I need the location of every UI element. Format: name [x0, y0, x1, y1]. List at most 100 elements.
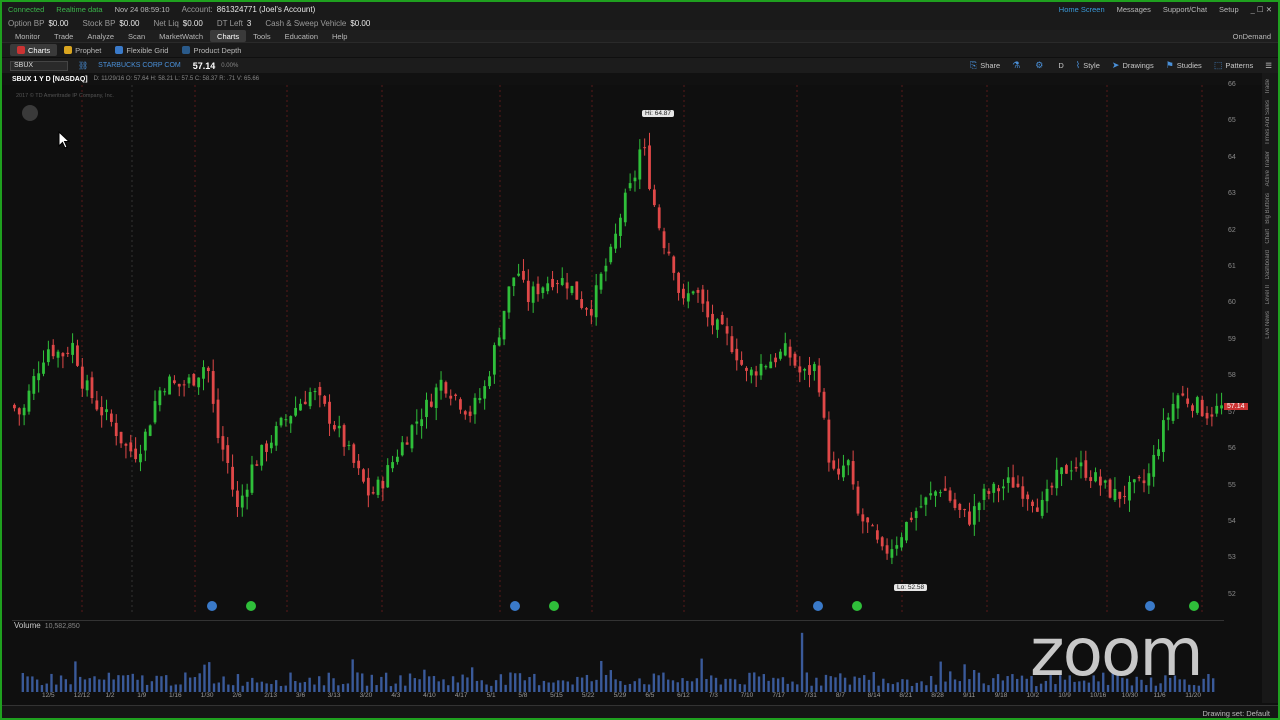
candle-body: [1098, 476, 1102, 486]
menu-help[interactable]: Help: [325, 30, 354, 42]
candle-body: [725, 326, 729, 334]
last-price: 57.14: [192, 60, 216, 71]
patterns-button[interactable]: ⬚ Patterns: [1208, 60, 1259, 71]
candle-body: [85, 380, 89, 391]
subtab-product-depth[interactable]: Product Depth: [175, 44, 248, 56]
drawing-set-status[interactable]: Drawing set: Default: [1202, 709, 1270, 718]
date-tick-label: 8/14: [867, 692, 881, 699]
candle-body: [1084, 460, 1088, 478]
menu-trade[interactable]: Trade: [47, 30, 80, 42]
candle-body: [71, 342, 74, 355]
support-chat-button[interactable]: Support/Chat: [1157, 5, 1213, 14]
candle-body: [463, 411, 467, 415]
link-icon[interactable]: ⛓: [78, 61, 88, 70]
volume-bar: [265, 683, 268, 692]
candle-body: [822, 391, 826, 418]
candle-body: [880, 537, 884, 547]
volume-bar: [341, 684, 345, 692]
menu-scan[interactable]: Scan: [121, 30, 152, 42]
candle-body: [1021, 486, 1025, 499]
volume-bar: [982, 683, 985, 692]
volume-bar: [1011, 674, 1014, 692]
volume-bar: [834, 677, 837, 692]
menu-icon[interactable]: ☰: [1259, 61, 1278, 70]
candle-body: [197, 377, 201, 388]
stock-bp-value: $0.00: [119, 18, 140, 28]
volume-bar: [418, 679, 421, 692]
studies-button[interactable]: ⚑ Studies: [1160, 60, 1208, 71]
style-button[interactable]: ⌇ Style: [1070, 60, 1106, 71]
menu-tools[interactable]: Tools: [246, 30, 278, 42]
candle-body: [1006, 477, 1010, 483]
setup-button[interactable]: Setup: [1213, 5, 1245, 14]
volume-bar: [461, 674, 464, 692]
flask-button[interactable]: ⚗: [1006, 60, 1029, 71]
event-marker: [246, 601, 256, 611]
volume-bar: [571, 684, 574, 692]
aggregation-button[interactable]: D: [1052, 61, 1069, 70]
volume-bar: [327, 672, 330, 692]
subtab-flexible-grid[interactable]: Flexible Grid: [108, 44, 175, 56]
settings-button[interactable]: ⚙: [1029, 60, 1052, 71]
volume-bar: [375, 685, 378, 692]
volume-bar: [690, 681, 694, 692]
candle-body: [1035, 507, 1039, 512]
volume-bar: [695, 678, 699, 692]
account-value[interactable]: 861324771 (Joel's Account): [213, 5, 323, 14]
date-tick-label: 10/16: [1089, 692, 1107, 699]
candle-body: [405, 442, 409, 445]
messages-button[interactable]: Messages: [1111, 5, 1157, 14]
date-tick-label: 8/28: [931, 692, 944, 699]
candle-body: [846, 460, 850, 466]
share-button[interactable]: ⎘ Share: [964, 60, 1006, 71]
menu-marketwatch[interactable]: MarketWatch: [152, 30, 210, 42]
symbol-input[interactable]: SBUX: [10, 60, 68, 71]
candle-body: [798, 366, 802, 373]
volume-bar: [227, 684, 230, 692]
window-controls[interactable]: _ ☐ ✕: [1245, 5, 1278, 14]
side-tab-dashboard[interactable]: Dashboard: [1265, 250, 1271, 279]
volume-bar: [949, 671, 952, 692]
side-tab-level-ii[interactable]: Level II: [1265, 285, 1271, 304]
candle-body: [594, 285, 598, 318]
side-tab-live-news[interactable]: Live News: [1265, 311, 1271, 339]
side-tab-chart[interactable]: Chart: [1265, 229, 1271, 244]
candle-body: [245, 489, 249, 497]
candle-body: [153, 401, 157, 423]
date-tick-label: 5/15: [550, 692, 563, 699]
candle-body: [410, 425, 414, 449]
candle-body: [366, 477, 370, 496]
volume-bar: [303, 681, 307, 692]
volume-bar: [600, 660, 603, 692]
side-tab-active-trader[interactable]: Active Trader: [1265, 151, 1271, 186]
menu-education[interactable]: Education: [278, 30, 325, 42]
volume-bar: [552, 682, 555, 692]
volume-bar: [561, 680, 565, 692]
candle-body: [968, 511, 971, 525]
side-tab-big-buttons[interactable]: Big Buttons: [1265, 193, 1271, 224]
candle-body: [76, 345, 79, 366]
volume-bar: [705, 679, 708, 692]
volume-bar: [901, 679, 904, 692]
ondemand-button[interactable]: OnDemand: [1226, 30, 1278, 42]
candle-body: [1186, 398, 1190, 404]
candle-body: [972, 506, 976, 525]
side-tab-times-sales[interactable]: Times And Sales: [1265, 100, 1271, 145]
menu-monitor[interactable]: Monitor: [8, 30, 47, 42]
volume-bar: [203, 664, 206, 692]
menu-analyze[interactable]: Analyze: [80, 30, 121, 42]
menu-charts[interactable]: Charts: [210, 30, 247, 42]
subtab-charts[interactable]: Charts: [10, 44, 58, 56]
subtab-product-depth-label: Product Depth: [193, 45, 242, 55]
volume-bar: [1020, 675, 1024, 692]
candle-body: [429, 401, 433, 407]
candle-body: [459, 399, 462, 410]
side-tab-trade[interactable]: Trade: [1265, 79, 1271, 94]
option-bp-value: $0.00: [48, 18, 69, 28]
subtab-prophet[interactable]: Prophet: [57, 44, 108, 56]
home-screen-button[interactable]: Home Screen: [1053, 5, 1111, 14]
drawings-button[interactable]: ➤ Drawings: [1106, 60, 1160, 71]
price-chart[interactable]: [12, 85, 1224, 613]
volume-bar: [886, 683, 890, 692]
candle-body: [1157, 449, 1160, 456]
